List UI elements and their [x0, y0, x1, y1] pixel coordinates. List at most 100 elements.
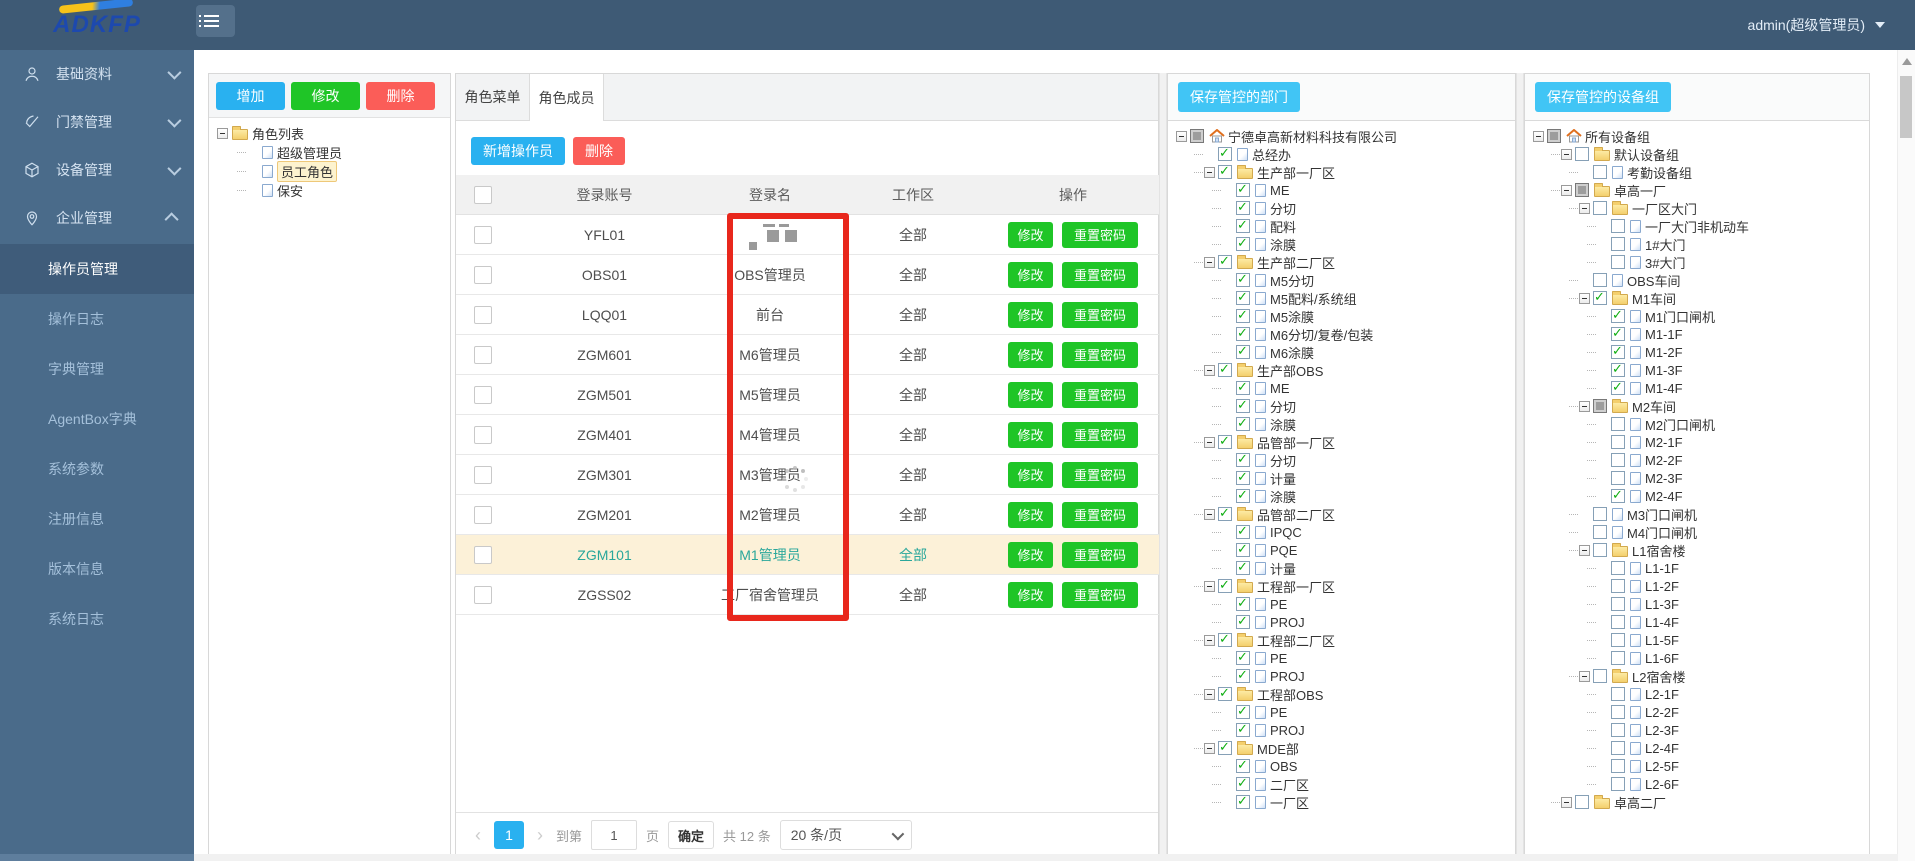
tree-node-ME[interactable]: ME — [1172, 379, 1511, 397]
tree-expander-icon[interactable] — [1579, 401, 1590, 412]
row-checkbox[interactable] — [474, 386, 492, 404]
sidebar-item-企业管理[interactable]: 企业管理 — [0, 194, 194, 242]
tree-node-计量[interactable]: 计量 — [1172, 469, 1511, 487]
tree-checkbox-partial[interactable] — [1593, 399, 1607, 413]
sidebar-item-门禁管理[interactable]: 门禁管理 — [0, 98, 194, 146]
tree-checkbox-unchecked[interactable] — [1611, 651, 1625, 665]
tree-node-PE[interactable]: PE — [1172, 595, 1511, 613]
tree-node-M1-4F[interactable]: M1-4F — [1529, 379, 1865, 397]
tree-node-二厂区[interactable]: 二厂区 — [1172, 775, 1511, 793]
user-menu[interactable]: admin(超级管理员) — [1748, 0, 1885, 50]
tree-checkbox-checked[interactable] — [1218, 147, 1232, 161]
tree-expander-icon[interactable] — [1579, 203, 1590, 214]
tree-expander-icon[interactable] — [1561, 797, 1572, 808]
tree-expander-icon[interactable] — [1579, 293, 1590, 304]
tree-checkbox-checked[interactable] — [1236, 219, 1250, 233]
tree-checkbox-checked[interactable] — [1611, 489, 1625, 503]
tree-checkbox-checked[interactable] — [1236, 723, 1250, 737]
tree-node-L2-2F[interactable]: L2-2F — [1529, 703, 1865, 721]
tree-checkbox-unchecked[interactable] — [1611, 219, 1625, 233]
tree-checkbox-unchecked[interactable] — [1611, 237, 1625, 251]
modify-button[interactable]: 修改 — [1008, 302, 1053, 328]
tree-node-超级管理员[interactable]: 超级管理员 — [213, 143, 446, 162]
tree-node-ME[interactable]: ME — [1172, 181, 1511, 199]
modify-button[interactable]: 修改 — [1008, 502, 1053, 528]
tree-checkbox-unchecked[interactable] — [1593, 201, 1607, 215]
tree-checkbox-unchecked[interactable] — [1593, 507, 1607, 521]
tree-expander-icon[interactable] — [1204, 581, 1215, 592]
tree-node-PROJ[interactable]: PROJ — [1172, 613, 1511, 631]
reset-password-button[interactable]: 重置密码 — [1062, 422, 1138, 448]
tree-checkbox-checked[interactable] — [1236, 795, 1250, 809]
tree-expander-icon[interactable] — [1204, 689, 1215, 700]
tree-expander-icon[interactable] — [1204, 257, 1215, 268]
tree-expander-icon[interactable] — [1204, 365, 1215, 376]
tree-node-L1宿舍楼[interactable]: L1宿舍楼 — [1529, 541, 1865, 559]
tree-node-L1-6F[interactable]: L1-6F — [1529, 649, 1865, 667]
tree-expander-icon[interactable] — [1204, 509, 1215, 520]
tree-node-工程部OBS[interactable]: 工程部OBS — [1172, 685, 1511, 703]
prev-page-button[interactable]: ‹ — [471, 825, 485, 846]
tree-node-IPQC[interactable]: IPQC — [1172, 523, 1511, 541]
tree-expander-icon[interactable] — [1176, 131, 1187, 142]
tree-checkbox-checked[interactable] — [1236, 309, 1250, 323]
tree-checkbox-checked[interactable] — [1236, 381, 1250, 395]
tree-checkbox-unchecked[interactable] — [1611, 561, 1625, 575]
delete-operator-button[interactable]: 删除 — [573, 137, 625, 165]
tree-node-L2-3F[interactable]: L2-3F — [1529, 721, 1865, 739]
tree-checkbox-unchecked[interactable] — [1593, 165, 1607, 179]
tree-node-L2-6F[interactable]: L2-6F — [1529, 775, 1865, 793]
tree-checkbox-unchecked[interactable] — [1611, 705, 1625, 719]
tree-checkbox-checked[interactable] — [1218, 165, 1232, 179]
tree-node-M2-3F[interactable]: M2-3F — [1529, 469, 1865, 487]
tree-node-L2-4F[interactable]: L2-4F — [1529, 739, 1865, 757]
tree-node-1#大门[interactable]: 1#大门 — [1529, 235, 1865, 253]
tree-node-MDE部[interactable]: MDE部 — [1172, 739, 1511, 757]
tree-checkbox-checked[interactable] — [1218, 687, 1232, 701]
sidebar-subitem-操作员管理[interactable]: 操作员管理 — [0, 244, 194, 294]
modify-button[interactable]: 修改 — [1008, 462, 1053, 488]
tree-node-M5涂膜[interactable]: M5涂膜 — [1172, 307, 1511, 325]
row-checkbox[interactable] — [474, 466, 492, 484]
tree-node-涂膜[interactable]: 涂膜 — [1172, 415, 1511, 433]
tree-node-M6涂膜[interactable]: M6涂膜 — [1172, 343, 1511, 361]
tree-node-卓高二厂[interactable]: 卓高二厂 — [1529, 793, 1865, 811]
tree-checkbox-checked[interactable] — [1236, 561, 1250, 575]
tree-checkbox-unchecked[interactable] — [1611, 435, 1625, 449]
tree-node-一厂大门非机动车[interactable]: 一厂大门非机动车 — [1529, 217, 1865, 235]
role-edit-button[interactable]: 修改 — [291, 82, 360, 110]
modify-button[interactable]: 修改 — [1008, 342, 1053, 368]
tree-node-M2车间[interactable]: M2车间 — [1529, 397, 1865, 415]
reset-password-button[interactable]: 重置密码 — [1062, 582, 1138, 608]
tree-node-工程部二厂区[interactable]: 工程部二厂区 — [1172, 631, 1511, 649]
tree-node-分切[interactable]: 分切 — [1172, 199, 1511, 217]
tree-checkbox-unchecked[interactable] — [1611, 615, 1625, 629]
tree-node-3#大门[interactable]: 3#大门 — [1529, 253, 1865, 271]
tree-checkbox-unchecked[interactable] — [1611, 579, 1625, 593]
tree-checkbox-unchecked[interactable] — [1575, 147, 1589, 161]
tree-node-M5配料/系统组[interactable]: M5配料/系统组 — [1172, 289, 1511, 307]
tree-checkbox-checked[interactable] — [1236, 489, 1250, 503]
tree-expander-icon[interactable] — [1204, 437, 1215, 448]
row-checkbox[interactable] — [474, 546, 492, 564]
tree-node-L2-1F[interactable]: L2-1F — [1529, 685, 1865, 703]
tree-node-L1-3F[interactable]: L1-3F — [1529, 595, 1865, 613]
tree-checkbox-unchecked[interactable] — [1611, 255, 1625, 269]
tree-checkbox-checked[interactable] — [1236, 327, 1250, 341]
tree-checkbox-unchecked[interactable] — [1611, 453, 1625, 467]
tree-node-一厂区[interactable]: 一厂区 — [1172, 793, 1511, 811]
tree-checkbox-checked[interactable] — [1236, 705, 1250, 719]
tree-node-M1-1F[interactable]: M1-1F — [1529, 325, 1865, 343]
tree-node-M1-3F[interactable]: M1-3F — [1529, 361, 1865, 379]
scroll-up-arrow-icon[interactable] — [1902, 58, 1912, 65]
tree-checkbox-checked[interactable] — [1236, 669, 1250, 683]
tree-node-分切[interactable]: 分切 — [1172, 397, 1511, 415]
save-devices-button[interactable]: 保存管控的设备组 — [1535, 82, 1671, 112]
tree-node-PE[interactable]: PE — [1172, 703, 1511, 721]
tree-checkbox-partial[interactable] — [1190, 129, 1204, 143]
tree-checkbox-checked[interactable] — [1236, 453, 1250, 467]
scrollbar-thumb[interactable] — [1900, 76, 1912, 138]
tree-node-生产部OBS[interactable]: 生产部OBS — [1172, 361, 1511, 379]
tree-checkbox-checked[interactable] — [1218, 363, 1232, 377]
tree-expander-icon[interactable] — [1204, 635, 1215, 646]
